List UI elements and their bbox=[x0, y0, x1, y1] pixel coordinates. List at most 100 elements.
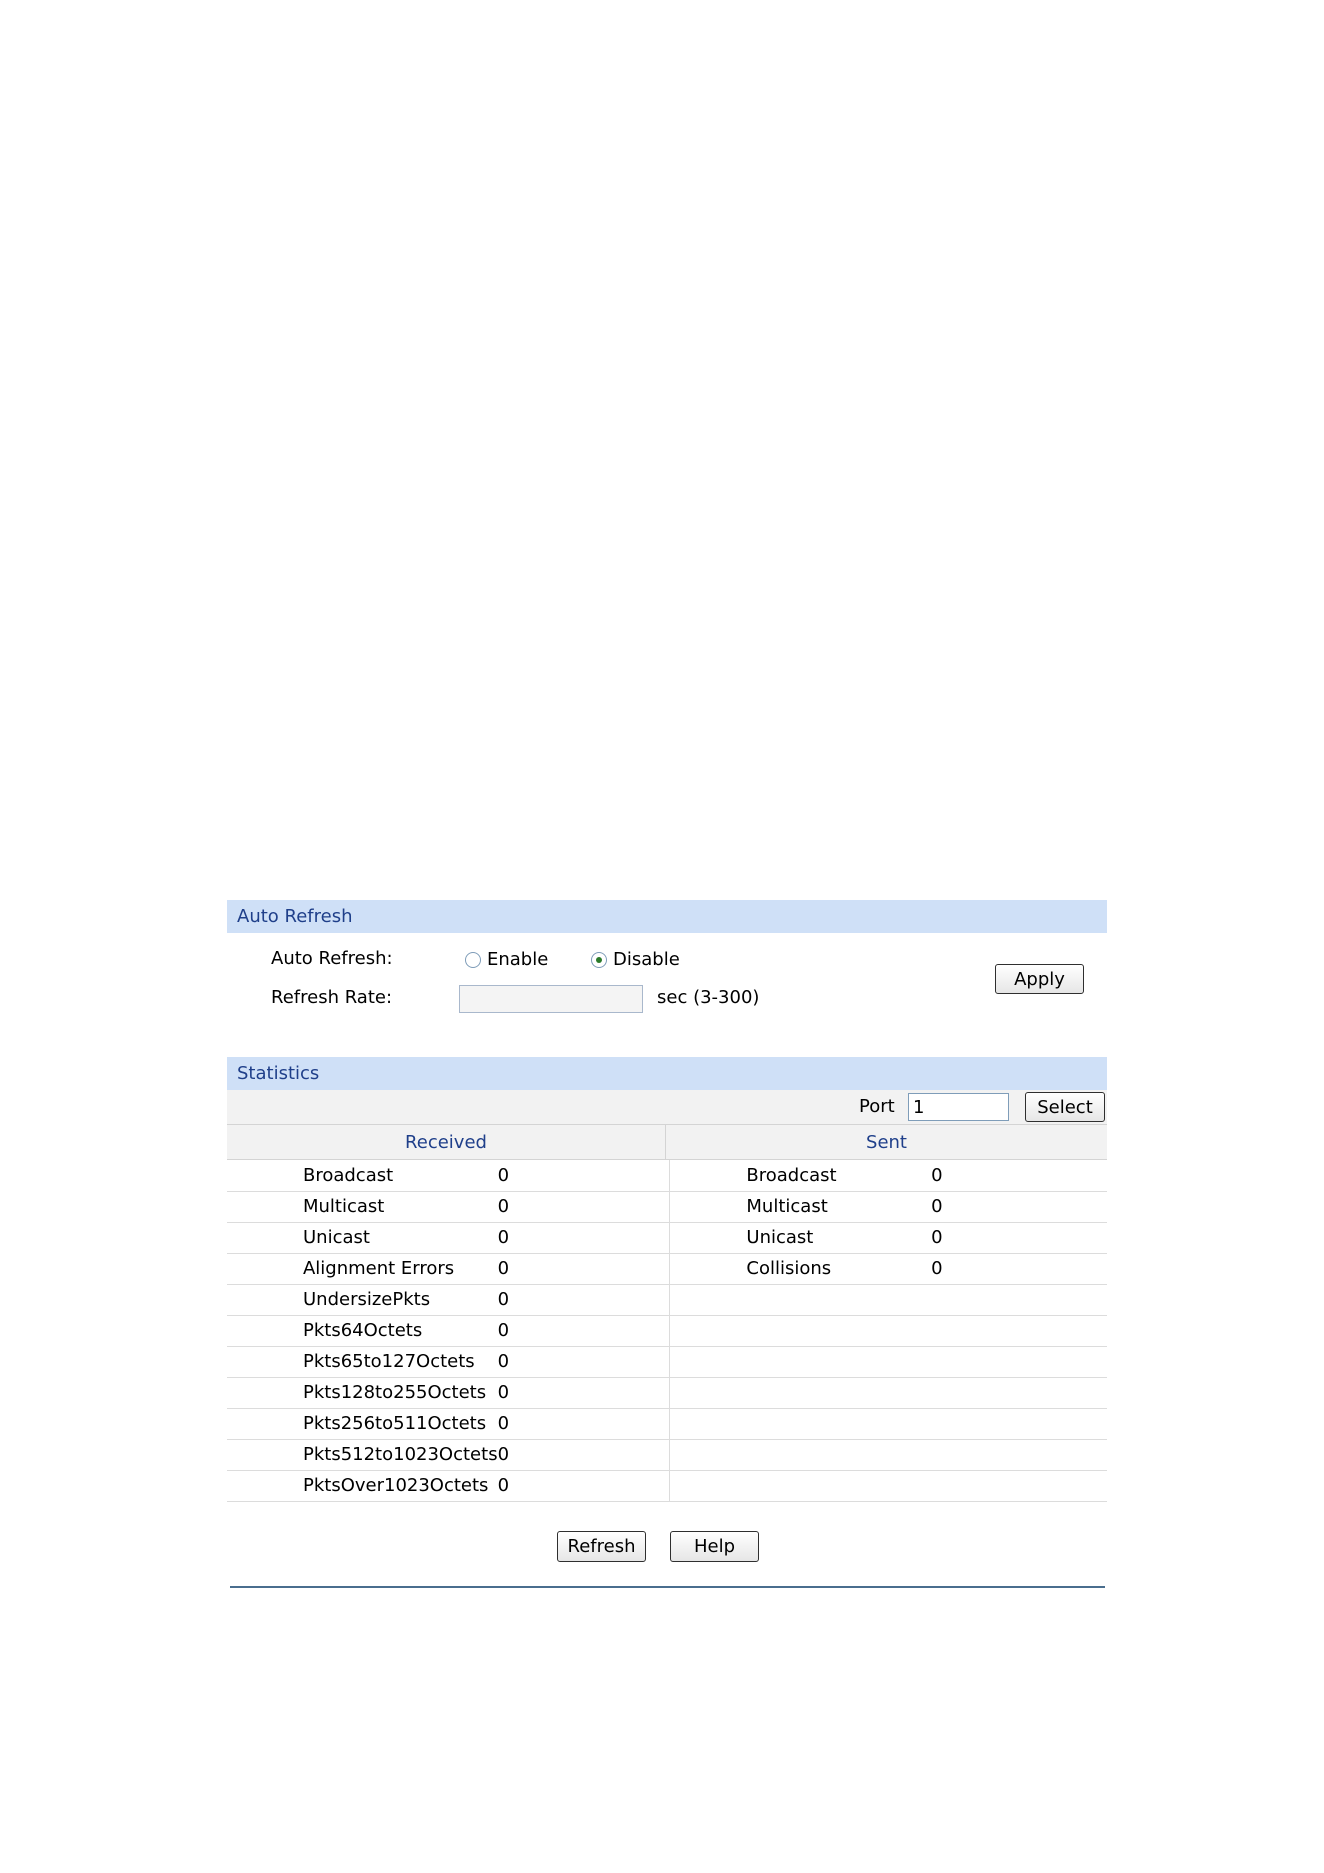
select-button[interactable]: Select bbox=[1025, 1092, 1105, 1122]
received-stat-value: 0 bbox=[497, 1408, 670, 1440]
rx-spacer bbox=[227, 1222, 303, 1254]
received-column-header: Received bbox=[405, 1132, 487, 1153]
received-stat-name: Multicast bbox=[302, 1191, 498, 1223]
sent-stat-name: Broadcast bbox=[746, 1160, 932, 1192]
sent-stat-value bbox=[931, 1470, 1107, 1502]
received-stat-name: Unicast bbox=[302, 1222, 498, 1254]
received-stat-value: 0 bbox=[497, 1222, 670, 1254]
rx-spacer bbox=[227, 1315, 303, 1347]
received-stat-value: 0 bbox=[497, 1439, 670, 1471]
auto-refresh-panel: Auto Refresh Auto Refresh: Enable Disabl… bbox=[227, 900, 1107, 1030]
table-row: Alignment Errors 0 Collisions 0 bbox=[227, 1253, 1107, 1285]
sent-stat-name bbox=[746, 1315, 932, 1347]
table-row: Broadcast 0 Broadcast 0 bbox=[227, 1160, 1107, 1192]
sent-spacer bbox=[669, 1160, 747, 1192]
received-stat-name: Pkts128to255Octets bbox=[302, 1377, 498, 1409]
sent-spacer bbox=[669, 1191, 747, 1223]
disable-radio-option[interactable]: Disable bbox=[591, 949, 680, 970]
statistics-header: Statistics bbox=[227, 1057, 1107, 1090]
refresh-rate-input[interactable] bbox=[459, 985, 643, 1013]
rx-spacer bbox=[227, 1160, 303, 1192]
port-label: Port bbox=[859, 1096, 895, 1117]
sent-stat-value bbox=[931, 1377, 1107, 1409]
received-stat-name: Broadcast bbox=[302, 1160, 498, 1192]
received-stat-value: 0 bbox=[497, 1253, 670, 1285]
rx-spacer bbox=[227, 1470, 303, 1502]
sent-stat-value: 0 bbox=[931, 1191, 1107, 1223]
table-row: PktsOver1023Octets 0 bbox=[227, 1470, 1107, 1502]
rx-spacer bbox=[227, 1408, 303, 1440]
received-stat-value: 0 bbox=[497, 1191, 670, 1223]
statistics-table: Broadcast 0 Broadcast 0 Multicast 0 Multicast 0… bbox=[227, 1160, 1107, 1502]
disable-radio[interactable] bbox=[591, 951, 607, 968]
sent-stat-name: Collisions bbox=[746, 1253, 932, 1285]
table-row: Pkts64Octets 0 bbox=[227, 1315, 1107, 1347]
sent-spacer bbox=[669, 1470, 747, 1502]
sent-stat-value bbox=[931, 1284, 1107, 1316]
sent-stat-value: 0 bbox=[931, 1222, 1107, 1254]
sent-stat-value bbox=[931, 1408, 1107, 1440]
sent-stat-name bbox=[746, 1470, 932, 1502]
refresh-button[interactable]: Refresh bbox=[557, 1531, 646, 1562]
auto-refresh-label: Auto Refresh: bbox=[271, 948, 393, 969]
received-stat-value: 0 bbox=[497, 1470, 670, 1502]
received-stat-name: Alignment Errors bbox=[302, 1253, 498, 1285]
apply-button[interactable]: Apply bbox=[995, 964, 1084, 994]
statistics-panel: Statistics Port Select Received Sent Bro… bbox=[227, 1057, 1107, 1562]
table-row: UndersizePkts 0 bbox=[227, 1284, 1107, 1316]
sent-stat-name bbox=[746, 1439, 932, 1471]
table-row: Pkts256to511Octets 0 bbox=[227, 1408, 1107, 1440]
received-stat-name: Pkts256to511Octets bbox=[302, 1408, 498, 1440]
received-stat-name: Pkts512to1023Octets bbox=[302, 1439, 498, 1471]
table-row: Pkts65to127Octets 0 bbox=[227, 1346, 1107, 1378]
sent-spacer bbox=[669, 1315, 747, 1347]
received-stat-name: PktsOver1023Octets bbox=[302, 1470, 498, 1502]
rx-spacer bbox=[227, 1439, 303, 1471]
enable-radio-label: Enable bbox=[487, 949, 549, 970]
rx-spacer bbox=[227, 1377, 303, 1409]
sent-column-header: Sent bbox=[866, 1132, 907, 1153]
sent-stat-name bbox=[746, 1284, 932, 1316]
sent-stat-value: 0 bbox=[931, 1160, 1107, 1192]
column-header-bar: Received Sent bbox=[227, 1125, 1107, 1160]
sent-spacer bbox=[669, 1284, 747, 1316]
sent-stat-value bbox=[931, 1439, 1107, 1471]
rx-spacer bbox=[227, 1253, 303, 1285]
auto-refresh-header: Auto Refresh bbox=[227, 900, 1107, 933]
table-row: Pkts128to255Octets 0 bbox=[227, 1377, 1107, 1409]
sent-stat-name bbox=[746, 1408, 932, 1440]
sent-stat-value bbox=[931, 1346, 1107, 1378]
received-stat-name: Pkts65to127Octets bbox=[302, 1346, 498, 1378]
sent-spacer bbox=[669, 1346, 747, 1378]
port-select-bar: Port Select bbox=[227, 1090, 1107, 1125]
refresh-rate-label: Refresh Rate: bbox=[271, 987, 393, 1008]
received-stat-name: UndersizePkts bbox=[302, 1284, 498, 1316]
received-stat-value: 0 bbox=[497, 1377, 670, 1409]
port-input[interactable] bbox=[908, 1093, 1009, 1121]
rx-spacer bbox=[227, 1346, 303, 1378]
table-row: Multicast 0 Multicast 0 bbox=[227, 1191, 1107, 1223]
sent-stat-name: Unicast bbox=[746, 1222, 932, 1254]
sent-spacer bbox=[669, 1253, 747, 1285]
sent-stat-name bbox=[746, 1346, 932, 1378]
received-stat-value: 0 bbox=[497, 1160, 670, 1192]
table-row: Unicast 0 Unicast 0 bbox=[227, 1222, 1107, 1254]
sent-spacer bbox=[669, 1222, 747, 1254]
received-stat-name: Pkts64Octets bbox=[302, 1315, 498, 1347]
enable-radio[interactable] bbox=[465, 951, 481, 968]
sent-spacer bbox=[669, 1439, 747, 1471]
sent-stat-name bbox=[746, 1377, 932, 1409]
enable-radio-option[interactable]: Enable bbox=[465, 949, 548, 970]
table-row: Pkts512to1023Octets 0 bbox=[227, 1439, 1107, 1471]
sent-stat-value: 0 bbox=[931, 1253, 1107, 1285]
received-stat-value: 0 bbox=[497, 1346, 670, 1378]
rx-spacer bbox=[227, 1284, 303, 1316]
sent-spacer bbox=[669, 1377, 747, 1409]
received-stat-value: 0 bbox=[497, 1315, 670, 1347]
sent-spacer bbox=[669, 1408, 747, 1440]
sent-stat-name: Multicast bbox=[746, 1191, 932, 1223]
refresh-rate-hint: sec (3-300) bbox=[657, 987, 760, 1008]
received-stat-value: 0 bbox=[497, 1284, 670, 1316]
disable-radio-label: Disable bbox=[613, 949, 680, 970]
help-button[interactable]: Help bbox=[670, 1531, 759, 1562]
